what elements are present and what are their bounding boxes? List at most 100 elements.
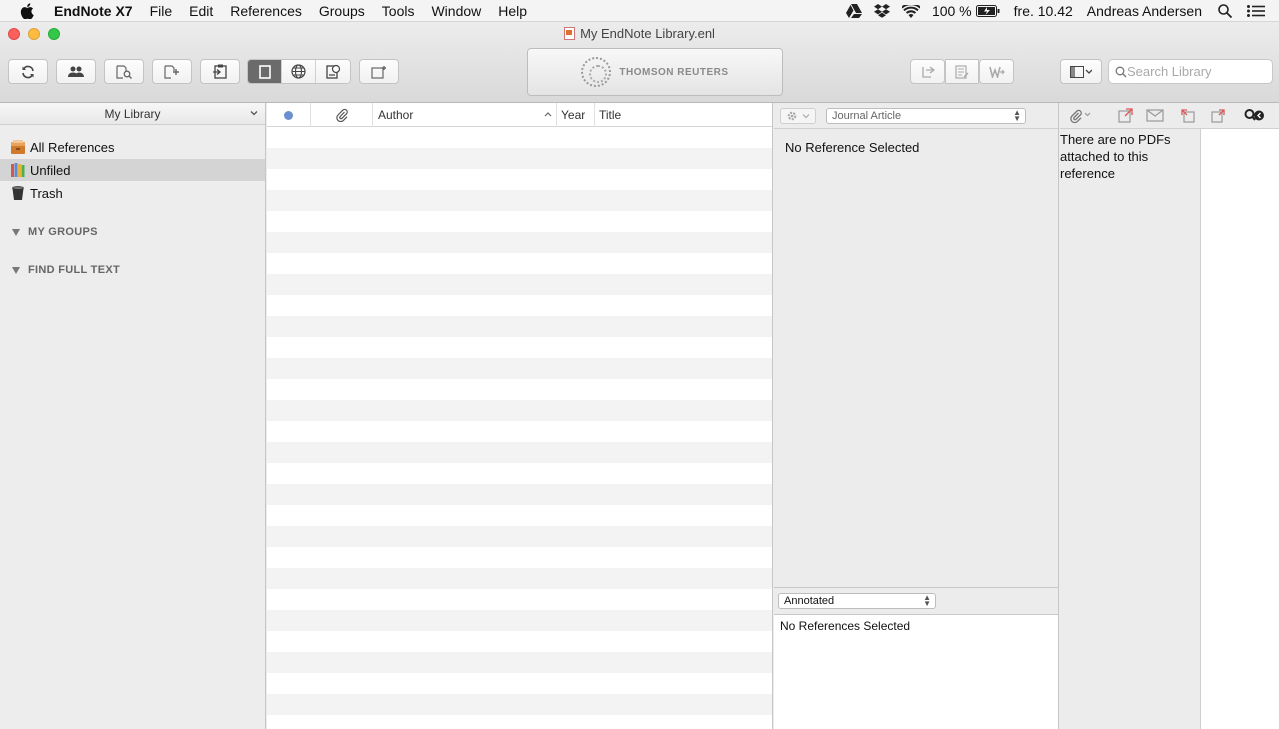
chevron-down-icon <box>250 111 258 116</box>
envelope-icon <box>1146 109 1164 122</box>
globe-icon <box>291 64 306 79</box>
preview-message: No References Selected <box>780 619 911 633</box>
battery-icon[interactable] <box>975 5 1000 17</box>
reference-rows-empty[interactable] <box>267 127 772 729</box>
layout-panel-icon <box>1070 65 1092 78</box>
menu-groups[interactable]: Groups <box>319 3 365 19</box>
column-author[interactable]: Author <box>373 103 557 127</box>
external-open-icon <box>1118 108 1133 123</box>
local-library-mode-button[interactable] <box>248 60 282 83</box>
previous-annotation-button[interactable] <box>1180 108 1196 127</box>
column-year-label: Year <box>561 108 586 122</box>
wifi-icon[interactable] <box>901 4 920 18</box>
updown-arrows-icon: ▲ ▼ <box>1013 107 1021 123</box>
menu-window[interactable]: Window <box>431 3 481 19</box>
library-mode-segmented <box>247 59 351 84</box>
pdf-panel: There are no PDFs attached to this refer… <box>1060 103 1279 729</box>
return-to-word-button[interactable] <box>979 59 1014 84</box>
menu-tools[interactable]: Tools <box>382 3 415 19</box>
notification-center-icon[interactable] <box>1247 5 1265 17</box>
paperclip-icon <box>335 108 348 122</box>
next-annotation-button[interactable] <box>1210 108 1226 127</box>
new-group-button[interactable] <box>359 59 399 84</box>
dropbox-icon[interactable] <box>873 3 890 19</box>
sidebar-item-trash[interactable]: Trash <box>0 182 265 204</box>
layout-toggle-button[interactable] <box>1060 59 1102 84</box>
reference-list-header: Author Year Title <box>267 103 772 127</box>
search-library-field[interactable] <box>1108 59 1273 84</box>
menu-file[interactable]: File <box>150 3 173 19</box>
people-icon <box>68 66 84 77</box>
sidebar-item-unfiled[interactable]: Unfiled <box>0 159 265 181</box>
clipboard-export-icon <box>213 64 227 79</box>
sidebar-group-label: FIND FULL TEXT <box>28 264 120 276</box>
battery-percent: 100 % <box>931 3 972 19</box>
groups-sidebar: My Library All References Unfiled Trash … <box>0 103 266 729</box>
open-pdf-button[interactable] <box>1118 108 1134 127</box>
sidebar-group-my-groups[interactable]: MY GROUPS <box>12 226 98 238</box>
sync-icon <box>22 65 34 78</box>
column-read-status[interactable] <box>267 103 311 127</box>
reference-type-select[interactable]: Journal Article ▲ ▼ <box>826 107 1026 124</box>
format-bibliography-icon <box>955 64 969 79</box>
document-search-icon <box>116 64 132 79</box>
import-reference-button[interactable] <box>152 59 192 84</box>
rotate-forward-icon <box>1211 109 1225 123</box>
sync-button[interactable] <box>8 59 48 84</box>
read-status-dot-icon <box>284 110 293 120</box>
insert-citation-button[interactable] <box>910 59 945 84</box>
menu-references[interactable]: References <box>230 3 302 19</box>
menu-edit[interactable]: Edit <box>189 3 213 19</box>
disclosure-triangle-icon <box>12 228 20 236</box>
output-style-bar: Annotated ▲ ▼ <box>774 588 1058 615</box>
rotate-back-icon <box>1181 109 1195 123</box>
document-icon <box>564 27 576 40</box>
menu-app-name[interactable]: EndNote X7 <box>54 3 133 19</box>
library-selector[interactable]: My Library <box>0 103 265 125</box>
email-pdf-button[interactable] <box>1146 108 1164 125</box>
thomson-reuters-logo: THOMSON REUTERS <box>527 48 783 96</box>
search-library-input[interactable] <box>1127 64 1267 79</box>
column-attachment[interactable] <box>311 103 373 127</box>
output-style-select[interactable]: Annotated ▲ ▼ <box>778 593 936 609</box>
disclosure-triangle-icon <box>12 266 20 274</box>
attach-file-button[interactable] <box>1070 108 1092 127</box>
gear-icon <box>787 111 797 120</box>
sidebar-item-all-references[interactable]: All References <box>0 136 265 158</box>
all-references-icon <box>10 139 26 155</box>
user-name[interactable]: Andreas Andersen <box>1087 3 1202 19</box>
paperclip-icon <box>1070 109 1091 124</box>
column-year[interactable]: Year <box>557 103 595 127</box>
column-author-label: Author <box>378 108 414 122</box>
window-title-bar: My EndNote Library.enl <box>0 26 1279 41</box>
apple-menu-icon[interactable] <box>20 2 34 19</box>
clock[interactable]: fre. 10.42 <box>1014 3 1073 19</box>
new-group-icon <box>371 65 386 79</box>
integrated-library-mode-button[interactable] <box>316 60 350 83</box>
reference-detail-area[interactable]: No Reference Selected <box>774 130 1058 588</box>
find-duplicates-button[interactable] <box>104 59 144 84</box>
no-pdf-message: There are no PDFs attached to this refer… <box>1060 132 1171 181</box>
insert-citation-icon <box>921 65 935 78</box>
column-title[interactable]: Title <box>595 103 772 127</box>
window-title: My EndNote Library.enl <box>580 26 715 41</box>
sidebar-group-find-full-text[interactable]: FIND FULL TEXT <box>12 264 120 276</box>
spotlight-icon[interactable] <box>1218 4 1232 18</box>
export-reference-button[interactable] <box>200 59 240 84</box>
column-title-label: Title <box>599 108 622 122</box>
local-library-icon <box>258 64 271 79</box>
format-bibliography-button[interactable] <box>945 59 979 84</box>
reference-options-button[interactable] <box>780 107 816 124</box>
share-library-button[interactable] <box>56 59 96 84</box>
brand-label: THOMSON REUTERS <box>619 66 729 78</box>
document-import-icon <box>164 64 179 79</box>
menu-help[interactable]: Help <box>498 3 527 19</box>
reference-list: Author Year Title <box>267 103 773 729</box>
find-in-pdf-button[interactable] <box>1244 108 1264 127</box>
reference-panel-toolbar: Journal Article ▲ ▼ <box>774 103 1058 129</box>
online-search-mode-button[interactable] <box>282 60 316 83</box>
google-drive-icon[interactable] <box>845 4 862 18</box>
unfiled-icon <box>10 162 26 178</box>
integrated-library-icon <box>325 64 340 79</box>
reference-type-value: Journal Article <box>832 109 902 122</box>
